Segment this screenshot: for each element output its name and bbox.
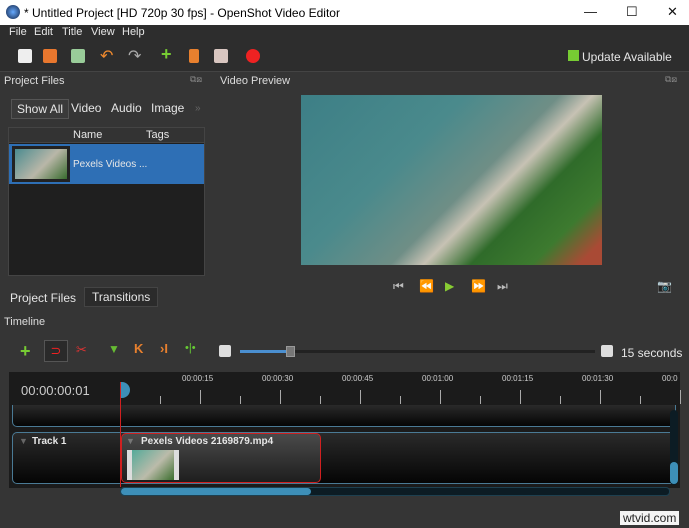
minimize-button[interactable]: — — [584, 4, 597, 19]
window-title: * Untitled Project [HD 720p 30 fps] - Op… — [24, 6, 340, 20]
ruler-label: 00:01:00 — [422, 374, 454, 383]
next-marker-icon[interactable]: ›I — [160, 341, 168, 356]
ruler-minor-tick — [320, 396, 321, 404]
title-bar: * Untitled Project [HD 720p 30 fps] - Op… — [0, 0, 689, 25]
save-project-icon[interactable] — [71, 49, 85, 63]
add-track-icon[interactable]: + — [20, 341, 31, 362]
zoom-slider-handle[interactable] — [285, 346, 295, 357]
main-toolbar: ↶ ↷ + Update Available — [0, 41, 689, 72]
ruler-major-tick — [280, 390, 281, 404]
zoom-slider[interactable] — [240, 346, 595, 357]
app-logo-icon — [6, 5, 20, 19]
ruler-minor-tick — [160, 396, 161, 404]
ruler-label: 00:00:30 — [262, 374, 294, 383]
add-marker-icon[interactable]: ▼ — [108, 342, 120, 356]
track-name: Track 1 — [32, 436, 67, 447]
ruler-minor-tick — [480, 396, 481, 404]
ruler-minor-tick — [240, 396, 241, 404]
filter-video[interactable]: Video — [66, 99, 106, 117]
tab-transitions[interactable]: Transitions — [84, 287, 159, 307]
ruler-label: 00:00:45 — [342, 374, 374, 383]
ruler-label: 00:0 — [662, 374, 678, 383]
ruler-major-tick — [600, 390, 601, 404]
tab-project-files[interactable]: Project Files — [4, 290, 82, 306]
filter-image[interactable]: Image — [146, 99, 189, 117]
project-files-title: Project Files — [4, 75, 65, 87]
ruler-minor-tick — [640, 396, 641, 404]
open-project-icon[interactable] — [43, 49, 57, 63]
watermark: wtvid.com — [620, 511, 680, 525]
fast-forward-icon[interactable]: ⏩ — [471, 279, 486, 293]
list-item[interactable]: Pexels Videos ... — [9, 144, 204, 184]
menu-title[interactable]: Title — [62, 26, 82, 38]
import-files-icon[interactable]: + — [161, 44, 175, 64]
preview-float-close-icon[interactable]: ⧉⊠ — [665, 74, 677, 85]
update-icon — [568, 50, 579, 61]
ruler-label: 00:00:15 — [182, 374, 214, 383]
track-empty[interactable] — [12, 405, 676, 427]
menu-edit[interactable]: Edit — [34, 26, 53, 38]
ruler-label: 00:01:30 — [582, 374, 614, 383]
video-preview-frame — [301, 95, 602, 265]
timeline-ruler[interactable]: 00:00:00:01 00:00:15 00:00:30 00:00:45 00:0… — [9, 372, 681, 408]
menu-help[interactable]: Help — [122, 26, 145, 38]
file-thumbnail — [12, 146, 70, 182]
jump-start-icon[interactable]: ⏮ — [393, 279, 404, 294]
playhead-line — [120, 382, 121, 487]
filter-audio[interactable]: Audio — [106, 99, 147, 117]
undo-icon[interactable]: ↶ — [100, 46, 114, 65]
zoom-level-label: 15 seconds — [621, 346, 683, 360]
redo-icon[interactable]: ↷ — [128, 46, 142, 65]
column-name[interactable]: Name — [73, 129, 102, 141]
track-row[interactable]: ▼ Track 1 — [12, 432, 676, 484]
more-filters-icon[interactable]: » — [195, 103, 201, 114]
play-icon[interactable]: ▶ — [445, 279, 454, 293]
video-preview-title: Video Preview — [220, 75, 291, 87]
ruler-minor-tick — [400, 396, 401, 404]
close-button[interactable]: ✕ — [667, 4, 678, 20]
choose-profile-icon[interactable] — [189, 49, 199, 63]
ruler-major-tick — [440, 390, 441, 404]
menu-file[interactable]: File — [9, 26, 27, 38]
vertical-scrollbar[interactable] — [670, 410, 678, 485]
track-menu-icon[interactable]: ▼ — [19, 436, 28, 446]
menu-view[interactable]: View — [91, 26, 115, 38]
razor-icon[interactable]: ✂ — [76, 342, 87, 358]
project-files-list: Name Tags Pexels Videos ... — [8, 127, 205, 276]
file-name: Pexels Videos ... — [73, 159, 148, 170]
rewind-icon[interactable]: ⏪ — [419, 279, 434, 293]
center-playhead-icon[interactable]: •|• — [185, 342, 196, 354]
timeline-title: Timeline — [4, 316, 46, 328]
ruler-minor-tick — [560, 396, 561, 404]
list-header: Name Tags — [9, 128, 204, 143]
jump-end-icon[interactable]: ⏭ — [497, 279, 508, 294]
menu-bar: File Edit Title View Help — [0, 25, 689, 41]
maximize-button[interactable]: ☐ — [626, 4, 638, 20]
export-video-icon[interactable] — [246, 49, 260, 63]
filter-show-all[interactable]: Show All — [11, 99, 70, 119]
update-available-button[interactable]: Update Available — [582, 50, 672, 64]
ruler-major-tick — [520, 390, 521, 404]
panel-float-close-icon[interactable]: ⧉⊠ — [190, 74, 202, 85]
snapshot-camera-icon[interactable]: 📷 — [657, 279, 672, 293]
fullscreen-icon[interactable] — [214, 49, 228, 63]
horizontal-scrollbar-thumb[interactable] — [121, 488, 311, 495]
timecode: 00:00:00:01 — [21, 383, 90, 398]
clip-menu-icon[interactable]: ▼ — [126, 436, 135, 446]
timeline-clip[interactable]: ▼ Pexels Videos 2169879.mp4 — [121, 433, 321, 483]
previous-marker-icon[interactable]: K — [134, 341, 143, 356]
zoom-out-icon[interactable] — [601, 345, 613, 357]
clip-thumbnail — [127, 450, 179, 480]
horizontal-scrollbar[interactable] — [120, 487, 670, 496]
new-project-icon[interactable] — [18, 49, 32, 63]
ruler-major-tick — [680, 390, 681, 404]
ruler-major-tick — [360, 390, 361, 404]
column-tags[interactable]: Tags — [146, 129, 169, 141]
zoom-in-icon[interactable] — [219, 345, 231, 357]
clip-name: Pexels Videos 2169879.mp4 — [141, 436, 274, 447]
ruler-major-tick — [200, 390, 201, 404]
snapping-toggle-icon[interactable]: ⊃ — [44, 340, 68, 362]
ruler-label: 00:01:15 — [502, 374, 534, 383]
